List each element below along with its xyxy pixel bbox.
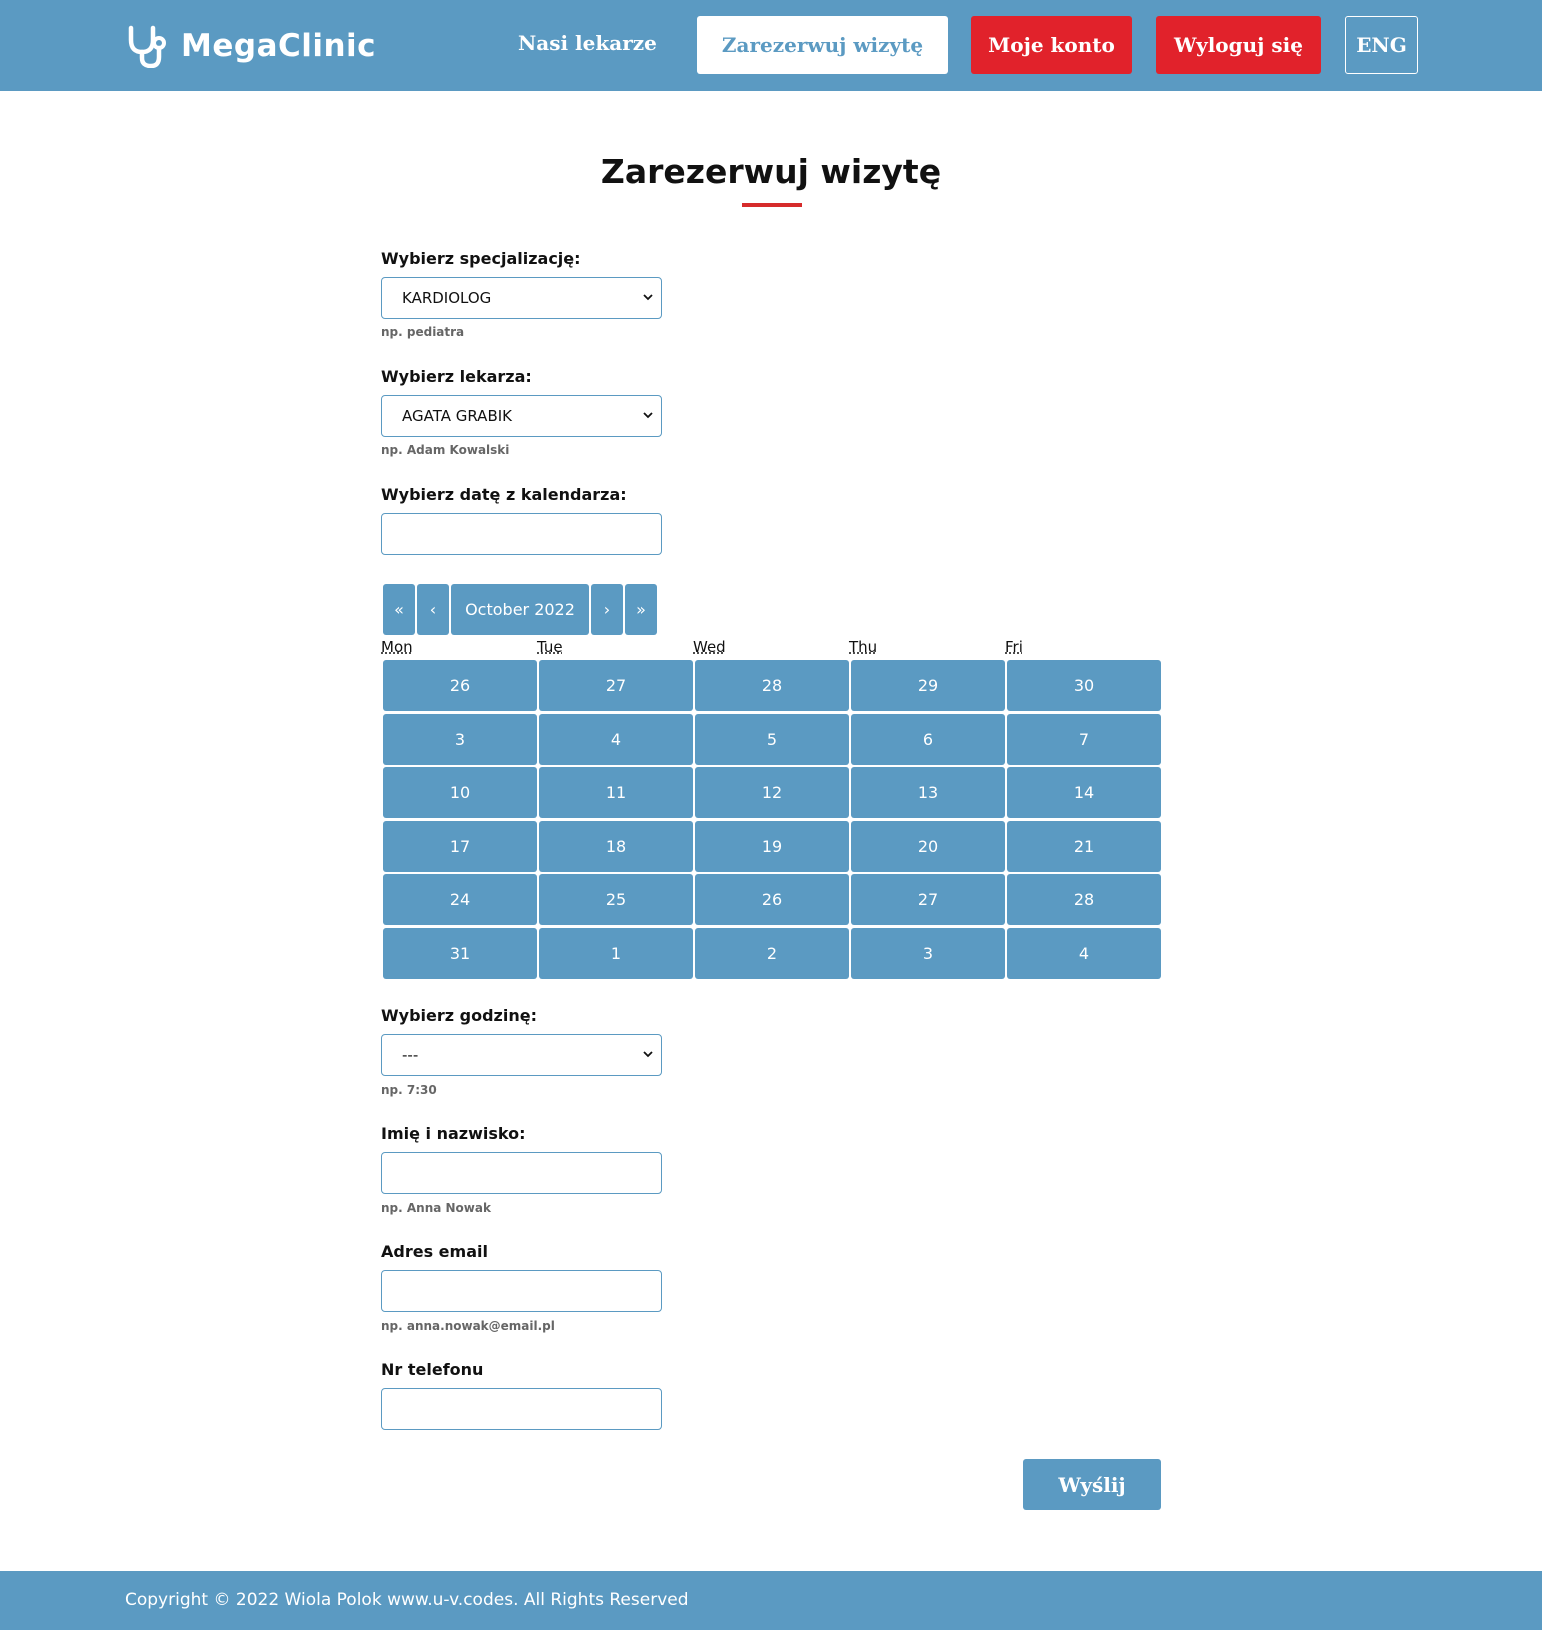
calendar-day[interactable]: 2 [695, 928, 849, 979]
chevron-down-icon [643, 1051, 653, 1058]
name-hint: np. Anna Nowak [381, 1201, 491, 1215]
calendar-next-year-button[interactable]: » [625, 584, 657, 635]
email-input[interactable] [381, 1270, 662, 1312]
nav-book-button[interactable]: Zarezerwuj wizytę [697, 16, 948, 74]
calendar-day[interactable]: 10 [383, 767, 537, 818]
time-label: Wybierz godzinę: [381, 1006, 537, 1025]
calendar-day[interactable]: 31 [383, 928, 537, 979]
calendar-day[interactable]: 19 [695, 821, 849, 872]
submit-button[interactable]: Wyślij [1023, 1459, 1161, 1510]
calendar-day[interactable]: 29 [851, 660, 1005, 711]
weekday-fri: Fri [1005, 638, 1023, 656]
calendar-day[interactable]: 6 [851, 714, 1005, 765]
calendar-day[interactable]: 3 [851, 928, 1005, 979]
calendar-day[interactable]: 13 [851, 767, 1005, 818]
specialization-value: KARDIOLOG [402, 289, 492, 307]
time-value: --- [402, 1046, 419, 1064]
chevron-down-icon [643, 294, 653, 301]
calendar-day[interactable]: 4 [539, 714, 693, 765]
calendar-day[interactable]: 12 [695, 767, 849, 818]
doctor-select[interactable]: AGATA GRABIK [381, 395, 662, 437]
calendar-day[interactable]: 27 [851, 874, 1005, 925]
name-label: Imię i nazwisko: [381, 1124, 526, 1143]
footer: Copyright © 2022 Wiola Polok www.u-v.cod… [0, 1571, 1542, 1630]
nav-account-button[interactable]: Moje konto [971, 16, 1132, 74]
calendar-day[interactable]: 7 [1007, 714, 1161, 765]
specialization-hint: np. pediatra [381, 325, 465, 339]
weekday-wed: Wed [693, 638, 726, 656]
calendar-day[interactable]: 26 [695, 874, 849, 925]
calendar-day[interactable]: 4 [1007, 928, 1161, 979]
specialization-select[interactable]: KARDIOLOG [381, 277, 662, 319]
language-switch-button[interactable]: ENG [1345, 16, 1418, 74]
calendar-day[interactable]: 20 [851, 821, 1005, 872]
date-input[interactable] [381, 513, 662, 555]
page-title: Zarezerwuj wizytę [600, 152, 942, 191]
doctor-hint: np. Adam Kowalski [381, 443, 510, 457]
calendar-day[interactable]: 5 [695, 714, 849, 765]
nav-doctors-link[interactable]: Nasi lekarze [518, 31, 657, 55]
calendar-day[interactable]: 24 [383, 874, 537, 925]
calendar-day[interactable]: 25 [539, 874, 693, 925]
calendar-next-month-button[interactable]: › [591, 584, 623, 635]
phone-label: Nr telefonu [381, 1360, 484, 1379]
chevron-down-icon [643, 412, 653, 419]
doctor-label: Wybierz lekarza: [381, 367, 532, 386]
time-hint: np. 7:30 [381, 1083, 437, 1097]
calendar-day[interactable]: 18 [539, 821, 693, 872]
footer-copyright: Copyright © 2022 Wiola Polok www.u-v.cod… [125, 1590, 689, 1610]
time-select[interactable]: --- [381, 1034, 662, 1076]
calendar-month-label[interactable]: October 2022 [451, 584, 589, 635]
doctor-value: AGATA GRABIK [402, 407, 512, 425]
calendar-day[interactable]: 30 [1007, 660, 1161, 711]
calendar-day[interactable]: 3 [383, 714, 537, 765]
weekday-tue: Tue [537, 638, 563, 656]
calendar-day[interactable]: 17 [383, 821, 537, 872]
calendar-day[interactable]: 1 [539, 928, 693, 979]
title-underline [742, 203, 802, 207]
calendar-prev-month-button[interactable]: ‹ [417, 584, 449, 635]
calendar-prev-year-button[interactable]: « [383, 584, 415, 635]
name-input[interactable] [381, 1152, 662, 1194]
top-navbar: MegaClinic Nasi lekarze Zarezerwuj wizyt… [0, 0, 1542, 91]
nav-logout-button[interactable]: Wyloguj się [1156, 16, 1321, 74]
brand-logo[interactable]: MegaClinic [125, 22, 376, 70]
specialization-label: Wybierz specjalizację: [381, 249, 581, 268]
brand-name: MegaClinic [181, 28, 377, 64]
calendar-day[interactable]: 11 [539, 767, 693, 818]
date-label: Wybierz datę z kalendarza: [381, 485, 627, 504]
email-hint: np. anna.nowak@email.pl [381, 1319, 555, 1333]
calendar-day[interactable]: 21 [1007, 821, 1161, 872]
calendar-day[interactable]: 26 [383, 660, 537, 711]
phone-input[interactable] [381, 1388, 662, 1430]
calendar-day[interactable]: 27 [539, 660, 693, 711]
calendar-day[interactable]: 28 [1007, 874, 1161, 925]
calendar-day[interactable]: 14 [1007, 767, 1161, 818]
email-label: Adres email [381, 1242, 488, 1261]
stethoscope-icon [128, 25, 166, 68]
weekday-mon: Mon [381, 638, 413, 656]
calendar-day[interactable]: 28 [695, 660, 849, 711]
weekday-thu: Thu [849, 638, 878, 656]
